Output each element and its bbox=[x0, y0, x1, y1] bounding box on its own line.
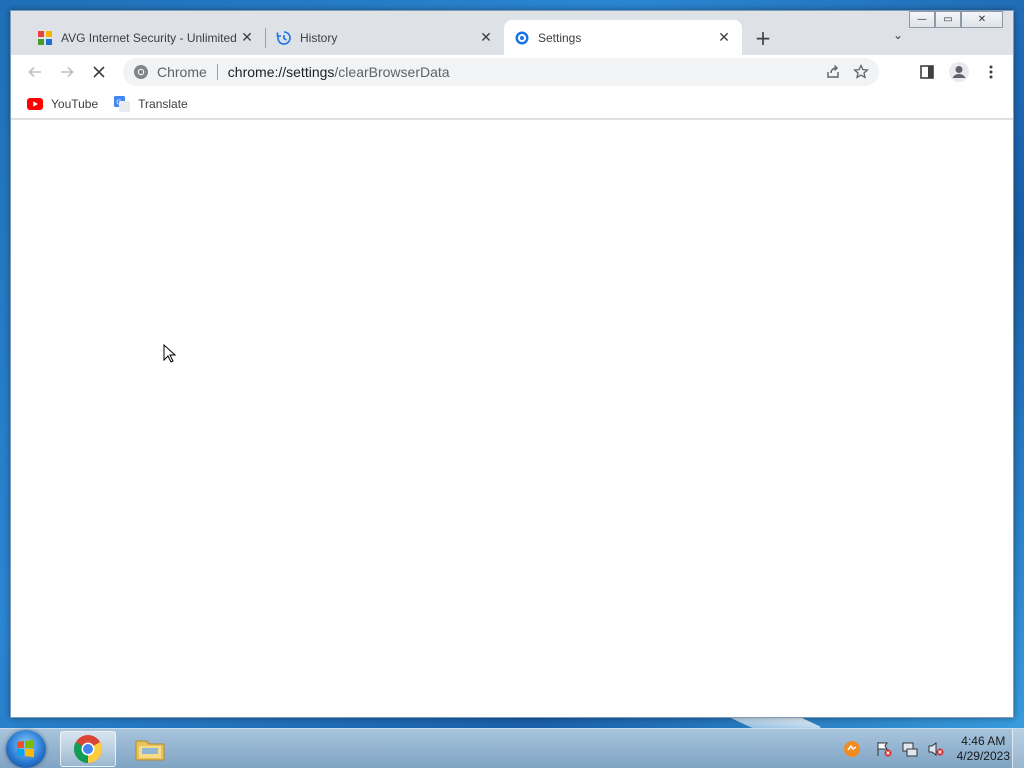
bookmark-label: YouTube bbox=[51, 96, 99, 111]
maximize-button[interactable]: ▭ bbox=[935, 11, 961, 28]
new-tab-button[interactable]: + bbox=[748, 23, 778, 53]
taskbar-chrome[interactable] bbox=[60, 731, 116, 767]
history-icon bbox=[276, 30, 292, 46]
tab-title: History bbox=[300, 30, 338, 45]
avg-icon bbox=[37, 30, 53, 46]
folder-icon bbox=[135, 740, 165, 761]
mouse-cursor-icon bbox=[163, 343, 177, 367]
volume-muted-icon[interactable] bbox=[927, 740, 945, 758]
side-panel-icon bbox=[920, 65, 934, 79]
omnibox-actions bbox=[819, 58, 875, 86]
chrome-window: — ▭ ✕ AVG Internet Security - Unlimited … bbox=[10, 10, 1014, 718]
tabs: AVG Internet Security - Unlimited ✕ Hist… bbox=[27, 20, 778, 55]
start-button[interactable] bbox=[6, 730, 46, 768]
profile-button[interactable] bbox=[945, 58, 973, 86]
share-icon bbox=[827, 65, 839, 78]
omnibox-divider bbox=[216, 64, 218, 80]
forward-button[interactable] bbox=[53, 58, 81, 86]
tab-history[interactable]: History ✕ bbox=[266, 20, 504, 55]
stop-loading-button[interactable] bbox=[85, 58, 113, 86]
bookmark-youtube[interactable]: YouTube bbox=[27, 96, 98, 112]
system-tray: 4:46 AM 4/29/2023 bbox=[835, 729, 1010, 768]
taskbar-explorer[interactable] bbox=[122, 731, 178, 767]
site-info-chip[interactable]: Chrome bbox=[133, 64, 207, 80]
tab-title: AVG Internet Security - Unlimited bbox=[61, 30, 237, 45]
tab-strip: — ▭ ✕ AVG Internet Security - Unlimited … bbox=[11, 11, 1013, 55]
youtube-icon bbox=[27, 96, 43, 112]
tab-settings[interactable]: Settings ✕ bbox=[504, 20, 742, 55]
tab-search-chevron-icon[interactable]: ⌄ bbox=[893, 28, 903, 42]
back-arrow-icon bbox=[28, 66, 41, 78]
action-center-flag-icon[interactable] bbox=[875, 740, 893, 758]
system-clock[interactable]: 4:46 AM 4/29/2023 bbox=[957, 734, 1010, 764]
clock-date: 4/29/2023 bbox=[956, 749, 1010, 763]
close-icon[interactable]: ✕ bbox=[239, 30, 255, 46]
window-controls: — ▭ ✕ bbox=[909, 11, 1003, 29]
side-panel-button[interactable] bbox=[913, 58, 941, 86]
settings-gear-icon bbox=[514, 30, 530, 46]
toolbar-right bbox=[913, 58, 1005, 86]
minimize-button[interactable]: — bbox=[909, 11, 935, 28]
toolbar: Chrome chrome://settings/clearBrowserDat… bbox=[11, 55, 1013, 89]
tab-avg[interactable]: AVG Internet Security - Unlimited ✕ bbox=[27, 20, 265, 55]
profile-avatar-icon bbox=[949, 62, 969, 82]
show-desktop-button[interactable] bbox=[1012, 729, 1024, 768]
page-content bbox=[11, 120, 1013, 717]
stop-x-icon bbox=[93, 66, 105, 78]
star-icon bbox=[853, 64, 869, 79]
close-icon[interactable]: ✕ bbox=[478, 30, 494, 46]
chrome-logo-icon bbox=[134, 65, 148, 79]
address-bar[interactable]: Chrome chrome://settings/clearBrowserDat… bbox=[123, 58, 879, 86]
taskbar: 4:46 AM 4/29/2023 bbox=[0, 728, 1024, 768]
url-text[interactable]: chrome://settings/clearBrowserData bbox=[228, 64, 450, 80]
url-path: /clearBrowserData bbox=[334, 64, 450, 80]
bookmarks-bar: YouTube G Translate bbox=[11, 89, 1013, 119]
bookmark-translate[interactable]: G Translate bbox=[114, 95, 188, 112]
forward-arrow-icon bbox=[61, 66, 74, 78]
network-icon[interactable] bbox=[901, 740, 919, 758]
clock-time: 4:46 AM bbox=[961, 734, 1006, 748]
windows-logo-icon bbox=[17, 739, 34, 758]
menu-button[interactable] bbox=[977, 58, 1005, 86]
share-button[interactable] bbox=[819, 58, 847, 86]
site-label: Chrome bbox=[157, 64, 207, 80]
close-icon[interactable]: ✕ bbox=[716, 30, 732, 46]
url-host: chrome://settings bbox=[227, 64, 335, 80]
google-translate-icon: G bbox=[114, 95, 131, 112]
avg-tray-icon[interactable] bbox=[843, 740, 861, 758]
chrome-icon bbox=[74, 735, 102, 763]
bookmark-star-button[interactable] bbox=[847, 58, 875, 86]
bookmark-label: Translate bbox=[138, 96, 188, 111]
kebab-menu-icon bbox=[989, 65, 993, 79]
close-window-button[interactable]: ✕ bbox=[961, 11, 1003, 28]
back-button[interactable] bbox=[21, 58, 49, 86]
svg-text:G: G bbox=[116, 98, 121, 106]
tab-title: Settings bbox=[538, 30, 582, 45]
